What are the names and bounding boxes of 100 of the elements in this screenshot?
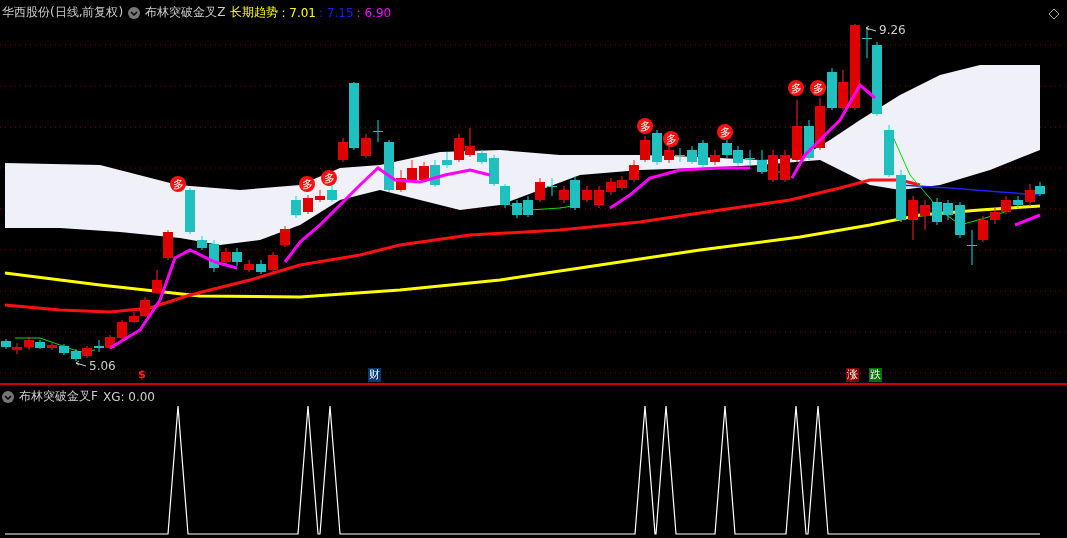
candlestick — [59, 343, 69, 356]
dropdown-icon[interactable] — [128, 6, 141, 19]
candlestick — [967, 229, 977, 266]
candlestick — [629, 159, 639, 183]
candlestick — [396, 169, 406, 193]
candlestick — [664, 145, 674, 164]
event-marker[interactable]: 涨 — [846, 368, 859, 382]
candlestick — [582, 185, 592, 203]
candlestick — [955, 201, 965, 239]
buy-signal-marker: 多 — [637, 118, 653, 134]
candlestick — [454, 133, 464, 163]
candlestick — [105, 334, 115, 350]
candlestick — [896, 169, 906, 223]
candlestick — [617, 175, 627, 191]
candlestick — [535, 177, 545, 203]
candlestick — [430, 159, 440, 188]
candlestick — [47, 342, 57, 351]
diamond-icon[interactable] — [1048, 8, 1060, 20]
candlestick — [280, 225, 290, 248]
candlestick — [407, 159, 417, 183]
candlestick — [500, 183, 510, 209]
candlestick — [838, 69, 848, 111]
event-marker[interactable]: 财 — [368, 368, 381, 382]
candlestick — [221, 247, 231, 265]
candlestick — [1001, 195, 1011, 215]
event-marker[interactable]: 跌 — [869, 368, 882, 382]
buy-signal-marker: 多 — [299, 176, 315, 192]
arrow-icon — [865, 25, 877, 32]
candlestick — [12, 342, 22, 355]
candlestick — [804, 119, 814, 161]
event-marker[interactable]: $ — [137, 368, 147, 382]
candlestick — [745, 149, 755, 167]
candlestick — [884, 124, 894, 178]
indicator-reading: XG: 0.00 — [102, 389, 155, 404]
candlestick — [315, 189, 325, 203]
candlestick — [1013, 195, 1023, 209]
candlestick — [943, 199, 953, 221]
candlestick — [477, 149, 487, 165]
candlestick — [908, 195, 918, 241]
security-title: 华西股份(日线,前复权) — [2, 4, 124, 21]
candlestick — [710, 149, 720, 166]
candlestick — [547, 177, 557, 197]
candlestick — [303, 194, 313, 215]
candlestick — [780, 149, 790, 183]
candlestick — [652, 129, 662, 166]
buy-signal-marker: 多 — [810, 80, 826, 96]
dropdown-icon[interactable] — [2, 390, 14, 403]
candlestick — [768, 149, 778, 183]
candlestick — [232, 247, 242, 267]
candlestick — [932, 197, 942, 226]
candlestick — [268, 251, 278, 273]
candlestick — [442, 151, 452, 169]
candlestick — [361, 133, 371, 159]
indicator-name: 布林突破金叉F — [19, 388, 98, 405]
indicator-value: : 6.90 — [356, 5, 392, 20]
trend-label: 长期趋势 — [230, 4, 279, 21]
candlestick — [815, 97, 825, 151]
candlestick — [209, 239, 219, 273]
trend-line — [1014, 213, 1041, 227]
candlestick — [256, 259, 266, 275]
high-price-label: 9.26 — [879, 23, 906, 37]
candlestick — [827, 67, 837, 111]
candlestick — [419, 161, 429, 183]
buy-signal-marker: 多 — [170, 176, 186, 192]
candlestick — [82, 345, 92, 359]
arrow-icon — [75, 360, 87, 367]
candlestick — [465, 127, 475, 158]
low-price-label: 5.06 — [89, 359, 116, 373]
candlestick — [327, 185, 337, 203]
candlestick — [1, 338, 11, 350]
buy-signal-marker: 多 — [717, 124, 733, 140]
indicator-name: 布林突破金叉Z — [145, 4, 226, 21]
buy-signal-marker: 多 — [663, 131, 679, 147]
indicator-value: : 7.01 — [281, 5, 316, 20]
candlestick — [152, 269, 162, 295]
candlestick — [163, 229, 173, 261]
candlestick — [920, 199, 930, 231]
indicator-value: : 7.15 — [319, 5, 354, 20]
candlestick — [640, 135, 650, 163]
candlestick — [94, 339, 104, 353]
candlestick — [35, 339, 45, 350]
candlestick — [722, 139, 732, 159]
candlestick — [990, 207, 1000, 225]
candlestick — [512, 199, 522, 219]
candlestick — [71, 348, 81, 362]
candlestick — [606, 177, 616, 196]
candlestick — [594, 185, 604, 209]
candlestick — [117, 319, 127, 340]
candlestick — [291, 195, 301, 219]
buy-signal-marker: 多 — [788, 80, 804, 96]
candlestick — [523, 195, 533, 218]
candlestick — [733, 145, 743, 167]
candlestick — [185, 187, 195, 235]
candlestick — [675, 147, 685, 163]
candlestick — [244, 259, 254, 273]
candlestick — [757, 149, 767, 175]
candlestick — [978, 215, 988, 243]
candlestick — [24, 336, 34, 351]
candlestick — [792, 99, 802, 163]
candlestick — [489, 154, 499, 187]
